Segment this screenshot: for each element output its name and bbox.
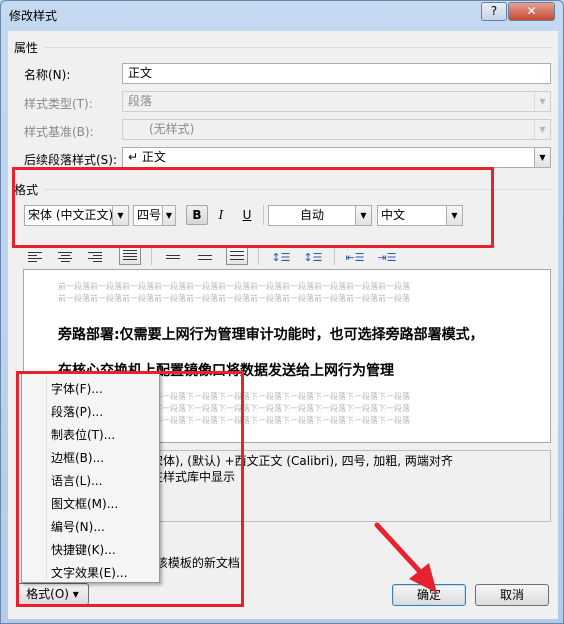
title-bar: 修改样式 ? ✕ [1,1,563,29]
dialog-title: 修改样式 [9,9,58,23]
red-arrow-icon [374,522,437,593]
menu-highlight-box [16,371,244,607]
cancel-button[interactable]: 取消 [475,584,549,606]
align-right-icon[interactable] [84,247,106,267]
based-on-value: (无样式) [149,122,195,136]
properties-separator [44,47,552,48]
properties-section-label: 属性 [14,41,39,55]
next-style-label: 后续段落样式(S): [24,153,118,167]
toolbar-separator [334,245,335,265]
style-type-value: 段落 [128,94,153,108]
chevron-down-icon: ▼ [534,92,550,111]
chevron-down-icon: ▼ [534,120,550,139]
previous-paragraph-text: 前一段落前一段落前一段落前一段落前一段落前一段落前一段落前一段落前一段落前一段落… [58,282,410,291]
justify-icon[interactable] [119,245,141,265]
next-style-value: ↵ 正文 [128,150,166,164]
increase-spacing-icon[interactable]: ↕☰ [270,247,292,267]
chevron-down-icon[interactable]: ▼ [534,148,550,167]
double-spacing-icon[interactable] [226,245,248,265]
based-on-label: 样式基准(B): [24,125,94,139]
decrease-spacing-icon[interactable]: ↕☰ [302,247,324,267]
name-label: 名称(N): [24,68,71,82]
align-left-icon[interactable] [24,247,46,267]
help-button[interactable]: ? [481,2,507,21]
decrease-indent-icon[interactable]: ⇤☰ [344,247,366,267]
close-button[interactable]: ✕ [508,2,555,21]
style-type-label: 样式类型(T): [24,97,93,111]
modify-style-dialog: 修改样式 ? ✕ 属性 名称(N): 正文 样式类型(T): 段落 ▼ 样式基准… [0,0,564,624]
sample-text-line-1: 旁路部署:仅需要上网行为管理审计功能时，也可选择旁路部署模式， [58,327,484,343]
align-center-icon[interactable] [54,247,76,267]
increase-indent-icon[interactable]: ⇥☰ [376,247,398,267]
formatting-highlight-box [12,167,494,248]
name-input[interactable]: 正文 [122,63,551,84]
single-spacing-icon[interactable] [162,247,184,267]
toolbar-separator [258,245,259,265]
one-half-spacing-icon[interactable] [194,247,216,267]
based-on-select: (无样式) ▼ [122,119,551,140]
previous-paragraph-text: 前一段落前一段落前一段落前一段落前一段落前一段落前一段落前一段落前一段落前一段落… [58,294,410,303]
toolbar-separator [151,245,152,265]
style-type-select: 段落 ▼ [122,91,551,112]
next-style-select[interactable]: ↵ 正文 ▼ [122,147,551,168]
